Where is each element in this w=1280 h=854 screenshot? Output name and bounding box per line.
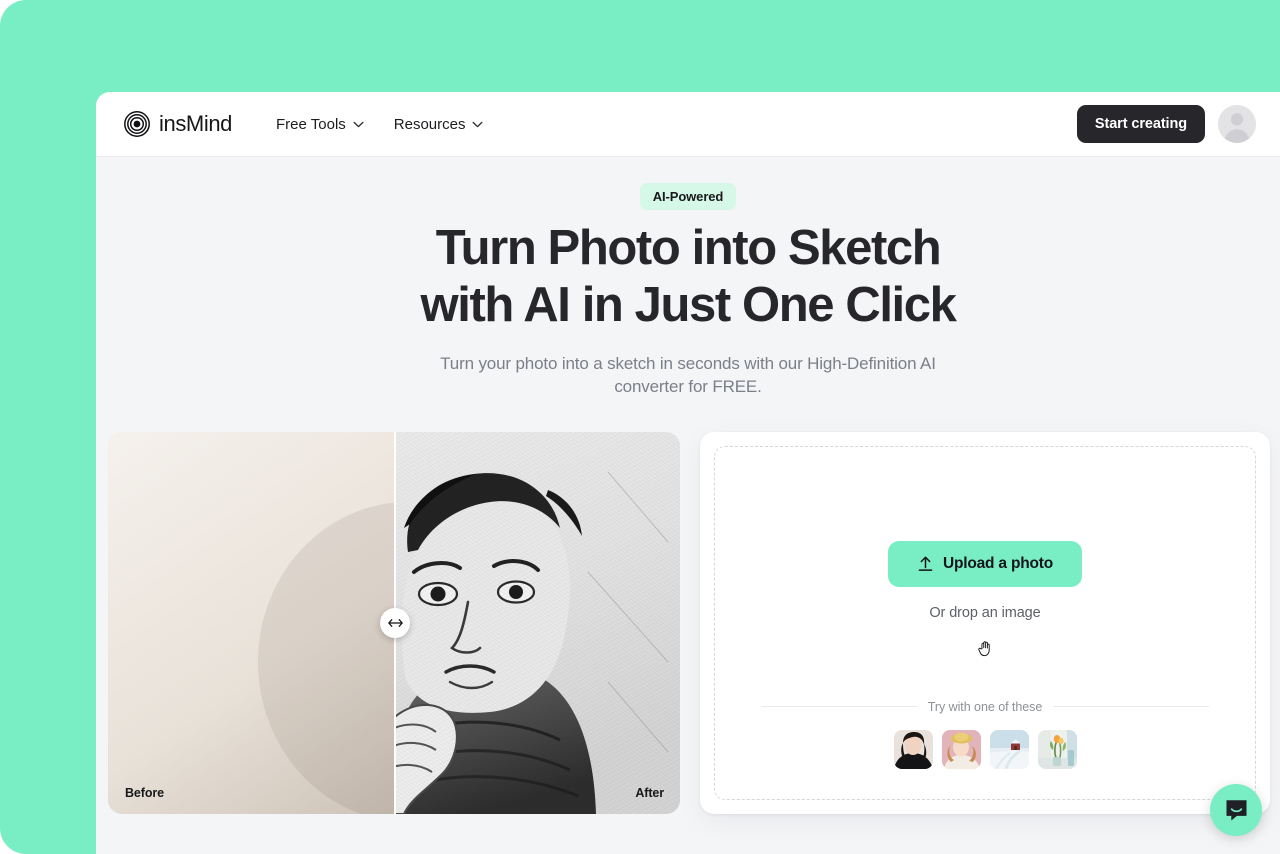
main-content-row: Before After Upload a photo Or drop an i… — [96, 431, 1280, 814]
chat-bubble-smile-icon — [1226, 799, 1246, 820]
avatar[interactable] — [1218, 105, 1256, 143]
sample-thumb-woman-in-black[interactable] — [893, 729, 933, 769]
try-samples-header: Try with one of these — [761, 699, 1210, 714]
nav-item-label: Free Tools — [276, 115, 346, 133]
hero-subtitle: Turn your photo into a sketch in seconds… — [440, 354, 936, 397]
before-portrait-illustration — [108, 431, 394, 814]
nav-item-label: Resources — [393, 115, 466, 133]
chevron-down-icon — [472, 121, 484, 127]
before-photo — [108, 431, 394, 814]
sample-thumb-woman-with-hat[interactable] — [941, 729, 981, 769]
woman-with-hat-portrait-icon — [941, 729, 981, 769]
drop-image-text: Or drop an image — [929, 604, 1041, 621]
main-nav: Free Tools Resources — [276, 116, 484, 133]
hand-cursor-icon — [976, 639, 995, 663]
headline-line-1: Turn Photo into Sketch — [435, 221, 942, 275]
brand-name: insMind — [159, 111, 233, 136]
before-label: Before — [125, 785, 164, 800]
user-avatar-placeholder-icon — [1218, 105, 1256, 143]
page-root: insMind Free Tools Resources Start creat… — [0, 0, 1280, 854]
ai-powered-badge: AI-Powered — [639, 183, 737, 210]
after-label: After — [635, 785, 664, 800]
nav-item-resources[interactable]: Resources — [394, 116, 484, 133]
comparison-slider-handle[interactable] — [380, 607, 410, 638]
upload-photo-label: Upload a photo — [943, 554, 1053, 572]
chevron-down-icon — [353, 121, 364, 127]
brand-logo-link[interactable]: insMind — [124, 111, 232, 137]
hand-cursor-glyph — [977, 640, 990, 656]
nav-item-free-tools[interactable]: Free Tools — [276, 116, 364, 133]
upload-card: Upload a photo Or drop an image Try with… — [700, 431, 1270, 814]
browser-viewport: insMind Free Tools Resources Start creat… — [96, 92, 1280, 854]
sketch-grain-texture — [395, 431, 680, 814]
start-creating-button[interactable]: Start creating — [1076, 105, 1205, 143]
header-actions: Start creating — [1076, 105, 1256, 143]
page-title: Turn Photo into Sketch with AI in Just O… — [96, 224, 1280, 330]
dropzone[interactable]: Upload a photo Or drop an image Try with… — [714, 445, 1256, 800]
headline-line-2: with AI in Just One Click — [420, 278, 957, 332]
divider-right — [1053, 706, 1210, 708]
after-sketch — [395, 431, 680, 814]
divider-left — [761, 706, 917, 708]
upload-photo-button[interactable]: Upload a photo — [888, 540, 1082, 587]
try-samples-label: Try with one of these — [927, 699, 1043, 714]
sample-thumb-flowers-on-desk[interactable] — [1037, 729, 1077, 769]
snowy-barn-landscape-icon — [989, 729, 1029, 769]
flowers-on-desk-icon — [1037, 729, 1077, 769]
sample-thumb-snowy-barn[interactable] — [989, 729, 1029, 769]
hero-section: AI-Powered Turn Photo into Sketch with A… — [96, 157, 1280, 399]
left-right-arrow-icon — [387, 618, 403, 627]
comparison-before-pane: Before — [108, 431, 394, 814]
woman-in-black-portrait-icon — [893, 729, 933, 769]
site-header: insMind Free Tools Resources Start creat… — [96, 92, 1280, 157]
concentric-rings-logo-icon — [124, 111, 150, 137]
chat-widget-button[interactable] — [1210, 784, 1262, 836]
sample-thumbnails — [715, 729, 1255, 769]
upload-arrow-icon — [918, 556, 933, 571]
comparison-after-pane: After — [395, 431, 680, 814]
before-after-comparison[interactable]: Before After — [108, 431, 680, 814]
